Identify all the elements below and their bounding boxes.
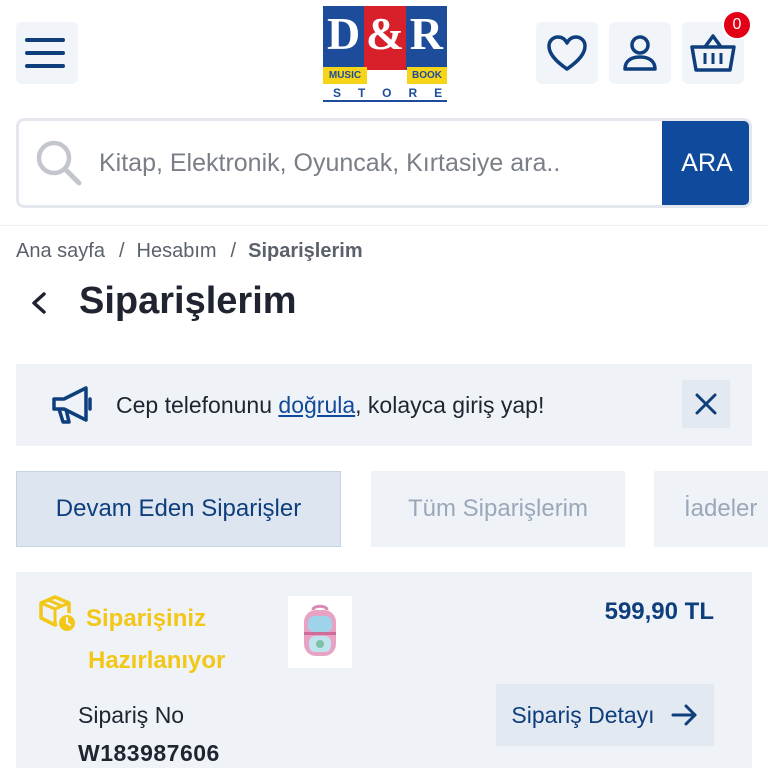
package-clock-icon (39, 595, 77, 633)
breadcrumb: Ana sayfa / Hesabım / Siparişlerim (16, 240, 363, 263)
logo-letter-r: R (405, 6, 447, 70)
basket-icon (690, 34, 736, 72)
product-thumbnail[interactable] (288, 596, 352, 668)
favorites-button[interactable] (536, 22, 598, 84)
order-number: W183987606 (78, 740, 220, 766)
breadcrumb-current: Siparişlerim (248, 240, 363, 262)
breadcrumb-separator: / (118, 240, 125, 262)
logo-ampersand: & (364, 6, 406, 70)
search-button[interactable]: ARA (662, 121, 749, 205)
search-input[interactable] (99, 121, 662, 205)
order-number-label: Sipariş No (78, 702, 185, 728)
search-bar: ARA (16, 118, 752, 208)
order-price: 599,90 TL (604, 598, 714, 625)
header-divider (0, 225, 768, 226)
tab-ongoing-orders[interactable]: Devam Eden Siparişler (16, 471, 341, 547)
close-icon (695, 393, 717, 415)
breadcrumb-home[interactable]: Ana sayfa (16, 240, 105, 263)
order-detail-button[interactable]: Sipariş Detayı (496, 684, 714, 746)
menu-button[interactable] (16, 22, 78, 84)
backpack-image (304, 604, 336, 656)
order-status-line2: Hazırlanıyor (88, 647, 226, 674)
verify-link[interactable]: doğrula (278, 392, 355, 418)
back-button[interactable] (26, 286, 54, 320)
dr-store-logo[interactable]: D & R MUSIC BOOK STORE (323, 6, 460, 102)
heart-icon (547, 35, 587, 71)
logo-letter-d: D (323, 6, 365, 70)
order-status: Siparişiniz Hazırlanıyor (86, 598, 256, 682)
arrow-right-icon (671, 704, 697, 726)
order-status-line1: Siparişiniz (86, 605, 207, 632)
user-icon (623, 35, 657, 71)
hamburger-menu-icon (25, 38, 65, 68)
breadcrumb-account[interactable]: Hesabım (137, 240, 217, 263)
breadcrumb-separator: / (230, 240, 237, 262)
order-card: Siparişiniz Hazırlanıyor 599,90 TL Sipar… (16, 572, 752, 768)
account-button[interactable] (609, 22, 671, 84)
megaphone-icon (52, 386, 92, 424)
verify-phone-notice: Cep telefonunu doğrula, kolayca giriş ya… (16, 364, 752, 446)
cart-button[interactable]: 0 (682, 10, 752, 84)
logo-store: STORE (333, 86, 460, 100)
tab-all-orders[interactable]: Tüm Siparişlerim (371, 471, 625, 547)
notice-prefix: Cep telefonunu (116, 391, 279, 418)
logo-underline (323, 100, 447, 102)
chevron-left-icon (32, 292, 46, 314)
close-notice-button[interactable] (682, 380, 730, 428)
page-title: Siparişlerim (79, 280, 297, 322)
notice-suffix: , kolayca giriş yap! (355, 391, 545, 418)
logo-music: MUSIC (323, 67, 367, 84)
order-detail-label: Sipariş Detayı (511, 701, 655, 728)
notice-text: Cep telefonunu doğrula, kolayca giriş ya… (116, 392, 544, 419)
cart-count-badge: 0 (722, 10, 752, 40)
search-icon (19, 121, 99, 205)
tab-returns[interactable]: İadeler (654, 471, 768, 547)
logo-book: BOOK (407, 67, 447, 84)
site-header: D & R MUSIC BOOK STORE 0 (0, 0, 768, 110)
